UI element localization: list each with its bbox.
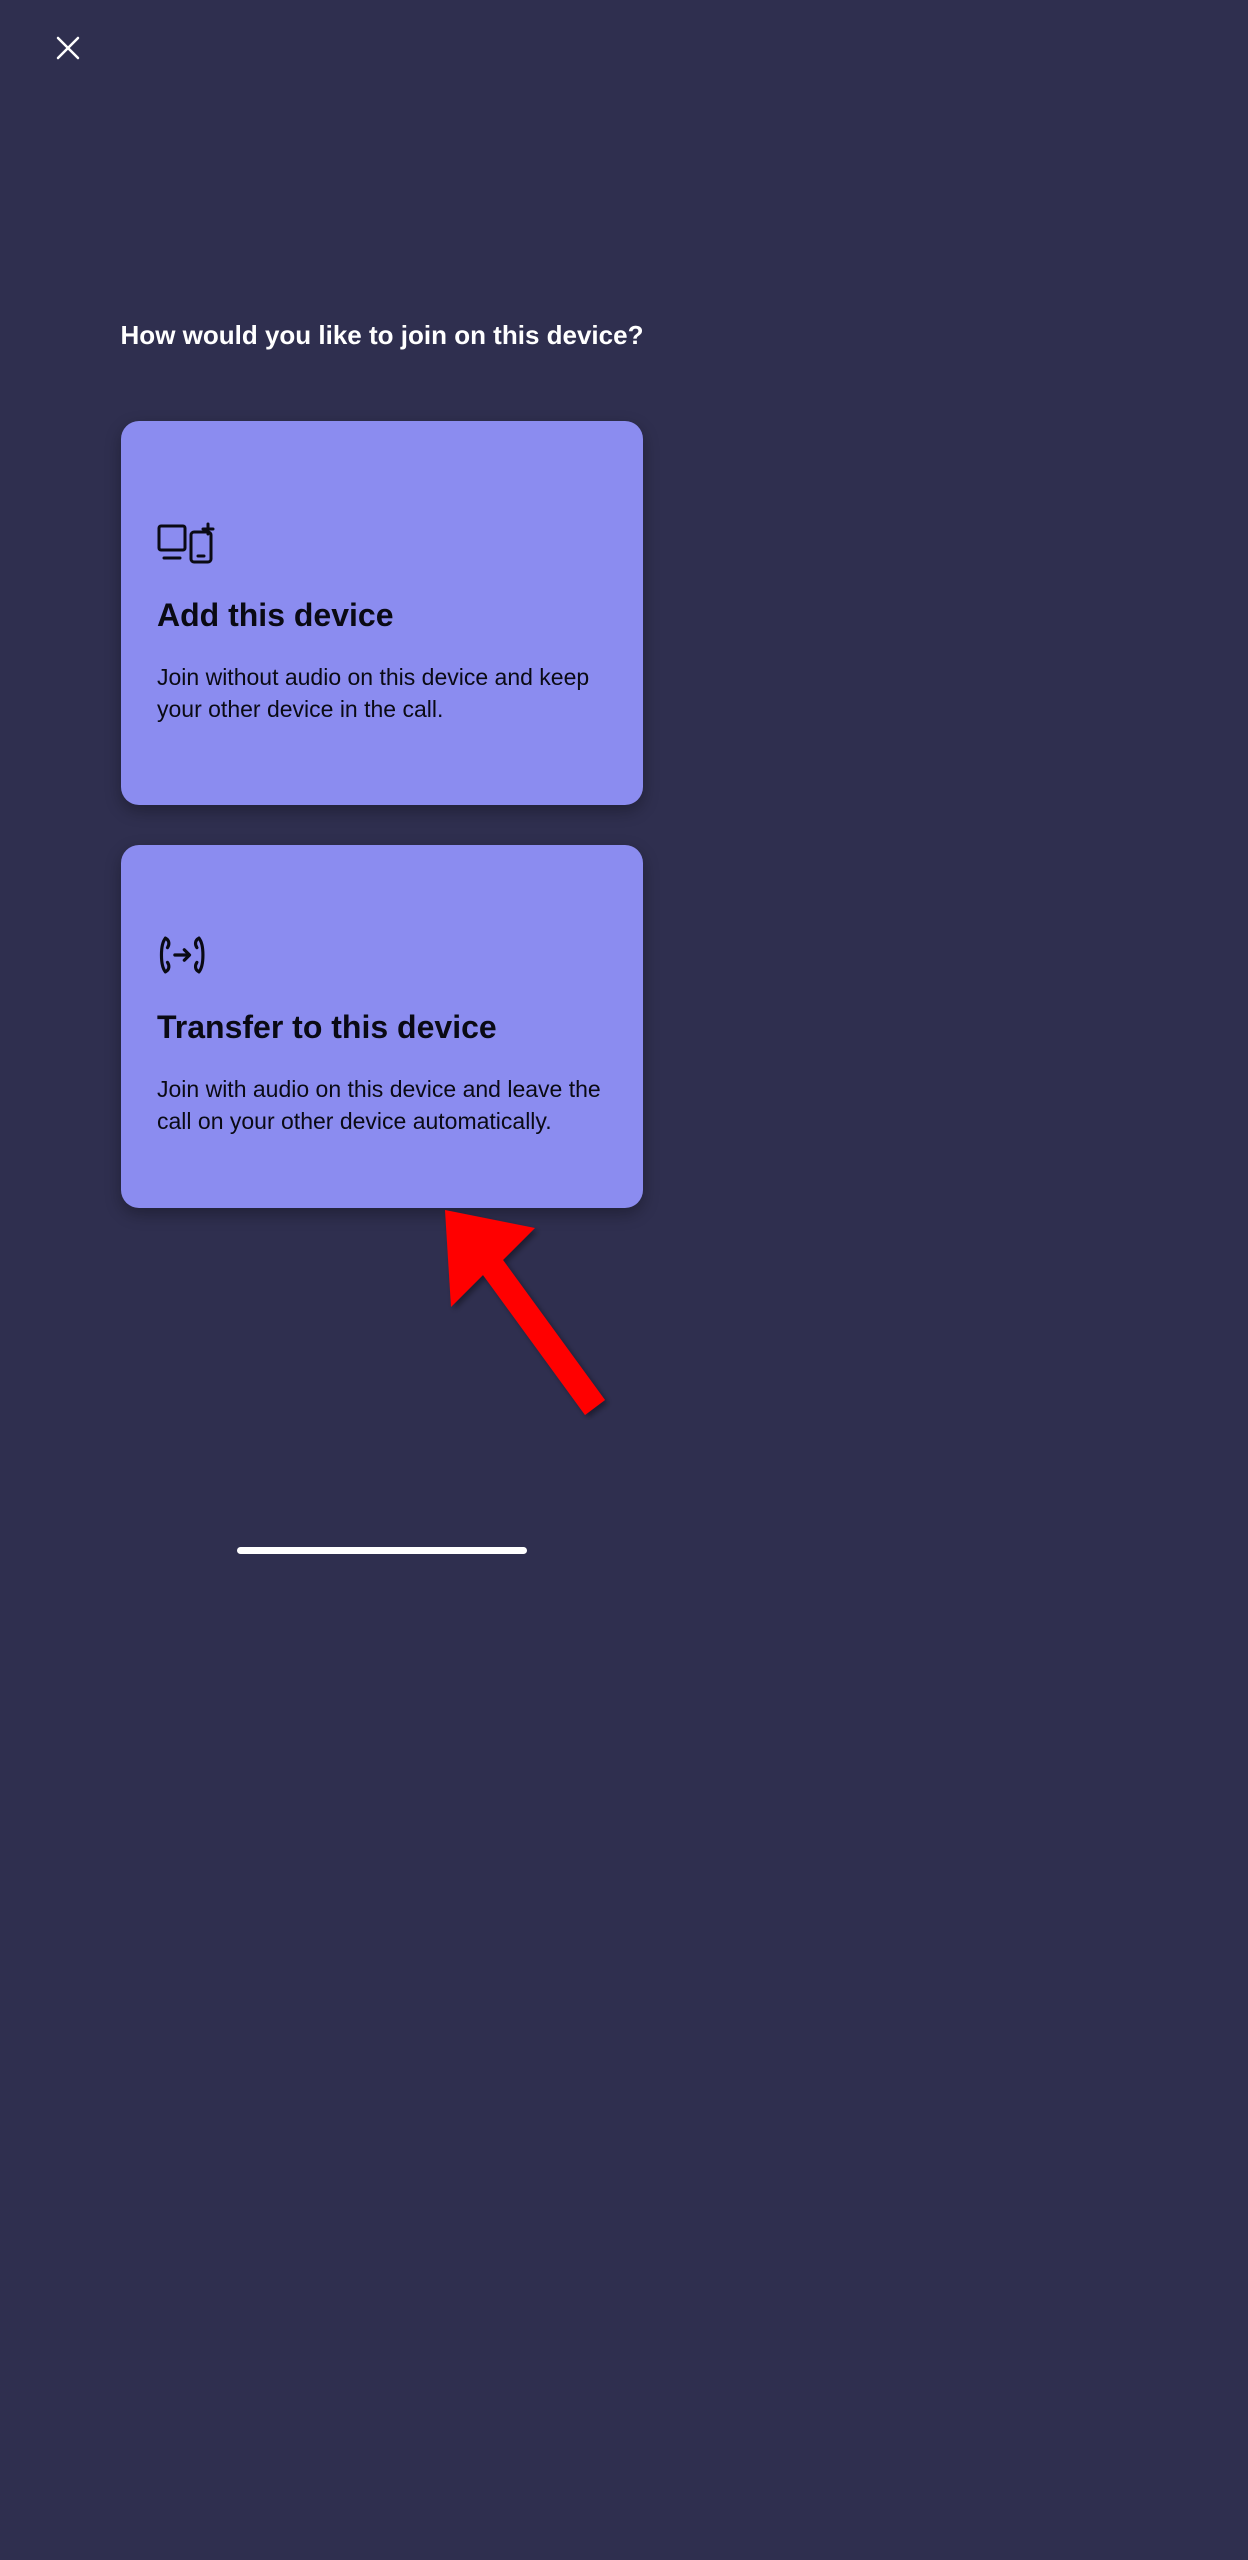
- transfer-call-icon: [157, 933, 607, 977]
- transfer-device-option[interactable]: Transfer to this device Join with audio …: [121, 845, 643, 1207]
- home-indicator[interactable]: [237, 1547, 527, 1554]
- add-device-option[interactable]: Add this device Join without audio on th…: [121, 421, 643, 805]
- add-device-title: Add this device: [157, 597, 607, 634]
- main-content: How would you like to join on this devic…: [0, 0, 764, 1248]
- transfer-device-title: Transfer to this device: [157, 1009, 607, 1046]
- close-icon: [53, 33, 83, 63]
- add-device-description: Join without audio on this device and ke…: [157, 662, 607, 725]
- transfer-device-description: Join with audio on this device and leave…: [157, 1074, 607, 1137]
- close-button[interactable]: [50, 30, 86, 66]
- add-device-icon: [157, 521, 607, 565]
- prompt-heading: How would you like to join on this devic…: [121, 320, 644, 351]
